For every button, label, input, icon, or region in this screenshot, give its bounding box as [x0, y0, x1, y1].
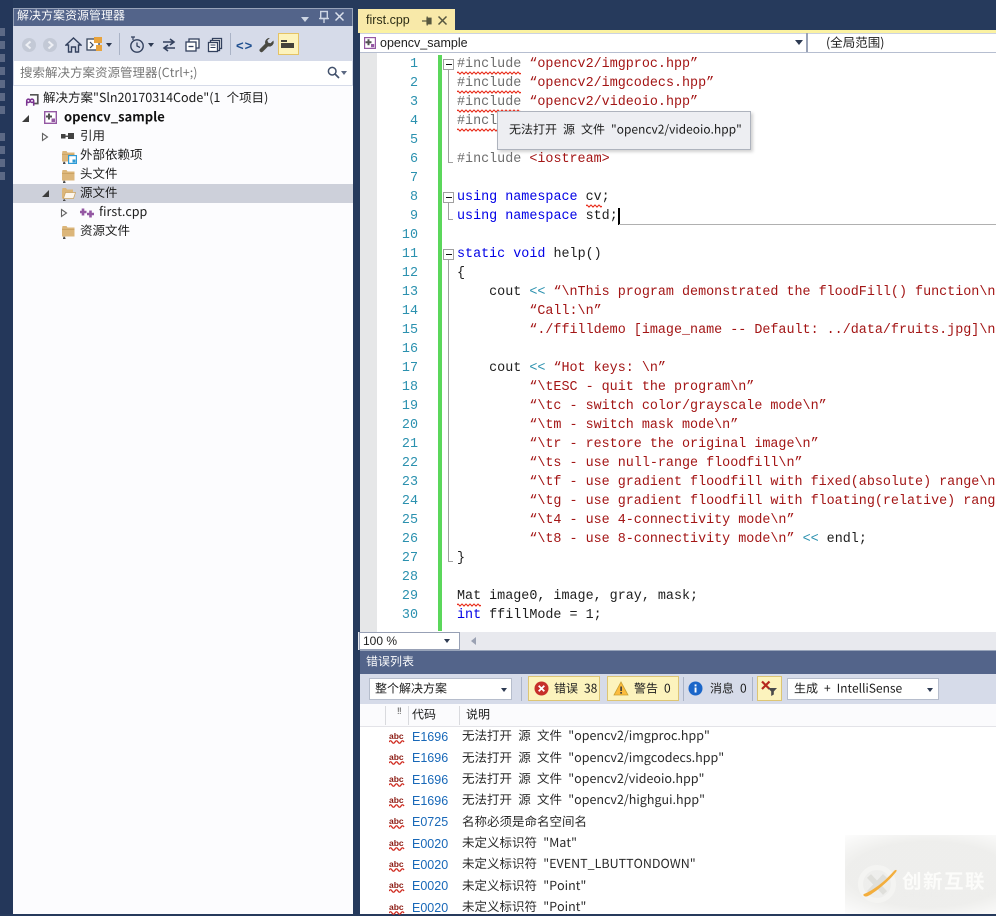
- svg-text:abc: abc: [389, 796, 404, 805]
- svg-text:abc: abc: [389, 881, 404, 890]
- svg-text:abc: abc: [389, 753, 404, 762]
- svg-text:abc: abc: [389, 839, 404, 848]
- svg-text:abc: abc: [389, 732, 404, 741]
- svg-text:abc: abc: [389, 903, 404, 912]
- svg-text:abc: abc: [389, 860, 404, 869]
- svg-text:abc: abc: [389, 817, 404, 826]
- svg-text:abc: abc: [389, 775, 404, 784]
